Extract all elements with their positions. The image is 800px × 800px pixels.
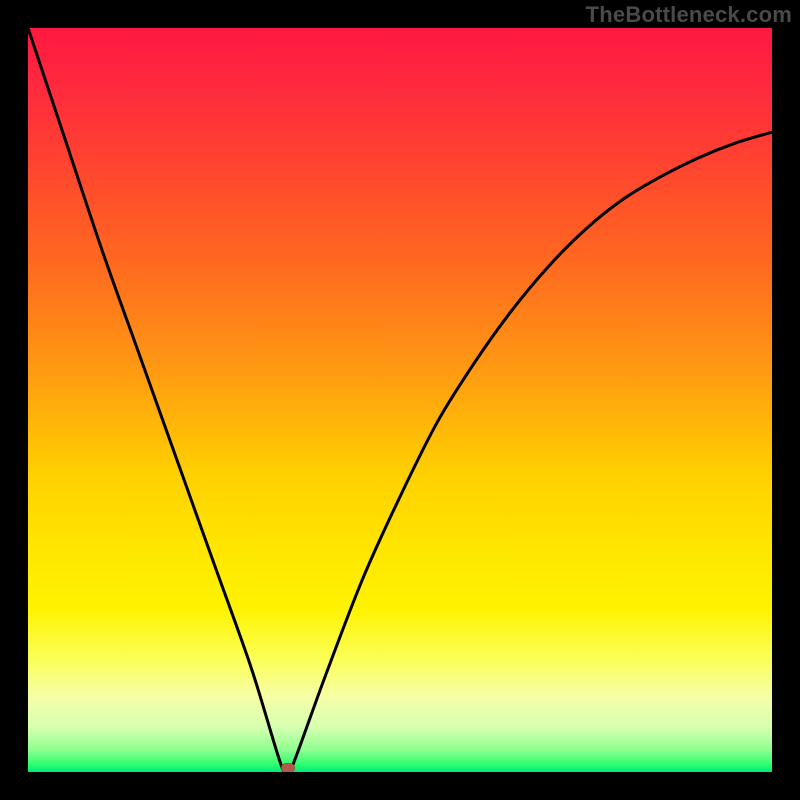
bottleneck-curve	[28, 28, 772, 772]
chart-frame: TheBottleneck.com	[0, 0, 800, 800]
watermark-text: TheBottleneck.com	[586, 2, 792, 28]
plot-area	[28, 28, 772, 772]
optimal-point-marker	[281, 763, 295, 772]
